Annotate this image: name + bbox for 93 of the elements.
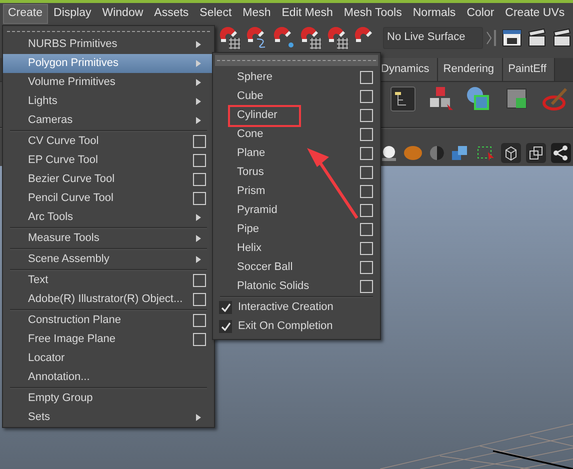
menu-item[interactable]: Annotation... xyxy=(3,368,214,387)
menu-bar-item[interactable]: Display xyxy=(48,4,96,24)
menu-bar-item[interactable]: Mesh xyxy=(238,4,276,24)
sphere-icon[interactable] xyxy=(380,144,398,162)
menu-item[interactable]: Text xyxy=(3,271,214,290)
menu-bar-item[interactable]: Create xyxy=(3,4,48,24)
menu-item[interactable]: Torus xyxy=(213,163,380,182)
menu-item[interactable]: EP Curve Tool xyxy=(3,151,214,170)
menu-item[interactable]: Pyramid xyxy=(213,201,380,220)
option-box[interactable] xyxy=(360,109,373,122)
magnet-icon[interactable] xyxy=(272,26,296,48)
menu-item[interactable]: Cone xyxy=(213,125,380,144)
menu-bar-item[interactable]: Edit Mesh xyxy=(276,4,338,24)
submenu-arrow-icon xyxy=(196,414,201,421)
menu-item[interactable]: Platonic Solids xyxy=(213,277,380,296)
option-box[interactable] xyxy=(360,280,373,293)
menu-bar-item[interactable]: Color xyxy=(462,4,500,24)
option-box[interactable] xyxy=(360,71,373,84)
menu-item[interactable]: Arc Tools xyxy=(3,208,214,227)
menu-bar-item[interactable]: Window xyxy=(97,4,148,24)
option-box[interactable] xyxy=(360,223,373,236)
magnet-icon[interactable] xyxy=(326,26,350,48)
menu-bar-item[interactable]: Normals xyxy=(408,4,461,24)
menu-item[interactable]: Exit On Completion xyxy=(213,317,380,336)
collapse-handle-icon[interactable] xyxy=(486,28,498,48)
option-box[interactable] xyxy=(193,192,206,205)
option-box[interactable] xyxy=(360,147,373,160)
shelf-tab[interactable]: Rendering xyxy=(438,58,504,81)
menu-bar-item[interactable]: Create UVs xyxy=(500,4,570,24)
submenu-arrow-icon xyxy=(196,98,201,105)
menu-item[interactable]: Lights xyxy=(3,92,214,111)
menu-item[interactable]: Locator xyxy=(3,349,214,368)
menu-item[interactable]: Bezier Curve Tool xyxy=(3,170,214,189)
menu-item[interactable]: CV Curve Tool xyxy=(3,132,214,151)
magnet-icon[interactable] xyxy=(218,26,242,48)
menu-item[interactable]: Interactive Creation xyxy=(213,298,380,317)
sphere-cube-icon[interactable] xyxy=(466,86,492,112)
menu-item[interactable]: Cube xyxy=(213,87,380,106)
option-box[interactable] xyxy=(193,293,206,306)
option-box[interactable] xyxy=(360,261,373,274)
menu-item[interactable]: Volume Primitives xyxy=(3,73,214,92)
overlap-squares-icon[interactable] xyxy=(526,143,546,163)
menu-bar-item[interactable]: Select xyxy=(194,4,237,24)
live-surface-field[interactable]: No Live Surface xyxy=(383,26,483,48)
option-box[interactable] xyxy=(360,166,373,179)
menu-item[interactable]: Pipe xyxy=(213,220,380,239)
share-icon[interactable] xyxy=(551,143,571,163)
checkbox[interactable] xyxy=(219,301,232,314)
menu-item[interactable]: Scene Assembly xyxy=(3,250,214,269)
menu-item[interactable]: Measure Tools xyxy=(3,229,214,248)
option-box[interactable] xyxy=(360,242,373,255)
menu-item[interactable]: Pencil Curve Tool xyxy=(3,189,214,208)
submenu-arrow-icon xyxy=(196,60,201,67)
shelf-tab[interactable]: PaintEff xyxy=(503,58,556,81)
option-box[interactable] xyxy=(193,333,206,346)
menu-item[interactable]: Soccer Ball xyxy=(213,258,380,277)
option-box[interactable] xyxy=(360,185,373,198)
cubes-icon[interactable] xyxy=(428,86,454,112)
render-window-icon[interactable] xyxy=(501,28,523,48)
option-box[interactable] xyxy=(360,204,373,217)
submenu-arrow-icon xyxy=(196,79,201,86)
magnet-icon[interactable] xyxy=(299,26,323,48)
menu-bar-item[interactable]: Mesh Tools xyxy=(338,4,407,24)
menu-item[interactable]: Free Image Plane xyxy=(3,330,214,349)
option-box[interactable] xyxy=(193,173,206,186)
submenu-arrow-icon xyxy=(196,235,201,242)
menu-item[interactable]: Empty Group xyxy=(3,389,214,408)
menu-item[interactable]: Cameras xyxy=(3,111,214,130)
submenu-arrow-icon xyxy=(196,117,201,124)
option-box[interactable] xyxy=(360,128,373,141)
option-box[interactable] xyxy=(193,135,206,148)
clapperboard-icon[interactable] xyxy=(551,28,573,48)
menu-item[interactable]: Plane xyxy=(213,144,380,163)
menu-item[interactable]: Helix xyxy=(213,239,380,258)
option-box[interactable] xyxy=(193,154,206,167)
menu-bar-item[interactable]: Assets xyxy=(149,4,194,24)
menu-item[interactable]: Sets xyxy=(3,408,214,427)
outliner-icon[interactable] xyxy=(390,86,416,112)
option-box[interactable] xyxy=(193,314,206,327)
submenu-arrow-icon xyxy=(196,41,201,48)
submenu-arrow-icon xyxy=(196,256,201,263)
option-box[interactable] xyxy=(193,274,206,287)
submenu-arrow-icon xyxy=(196,214,201,221)
wireframe-cube-icon[interactable] xyxy=(501,143,521,163)
option-box[interactable] xyxy=(360,90,373,103)
menu-item[interactable]: Construction Plane xyxy=(3,311,214,330)
menu-item[interactable]: NURBS Primitives xyxy=(3,35,214,54)
cubes-icon[interactable] xyxy=(451,144,469,162)
clapperboard-icon[interactable] xyxy=(526,28,548,48)
half-sphere-icon[interactable] xyxy=(428,144,446,162)
menu-item[interactable]: Prism xyxy=(213,182,380,201)
checkbox[interactable] xyxy=(219,320,232,333)
menu-item[interactable]: Adobe(R) Illustrator(R) Object... xyxy=(3,290,214,309)
